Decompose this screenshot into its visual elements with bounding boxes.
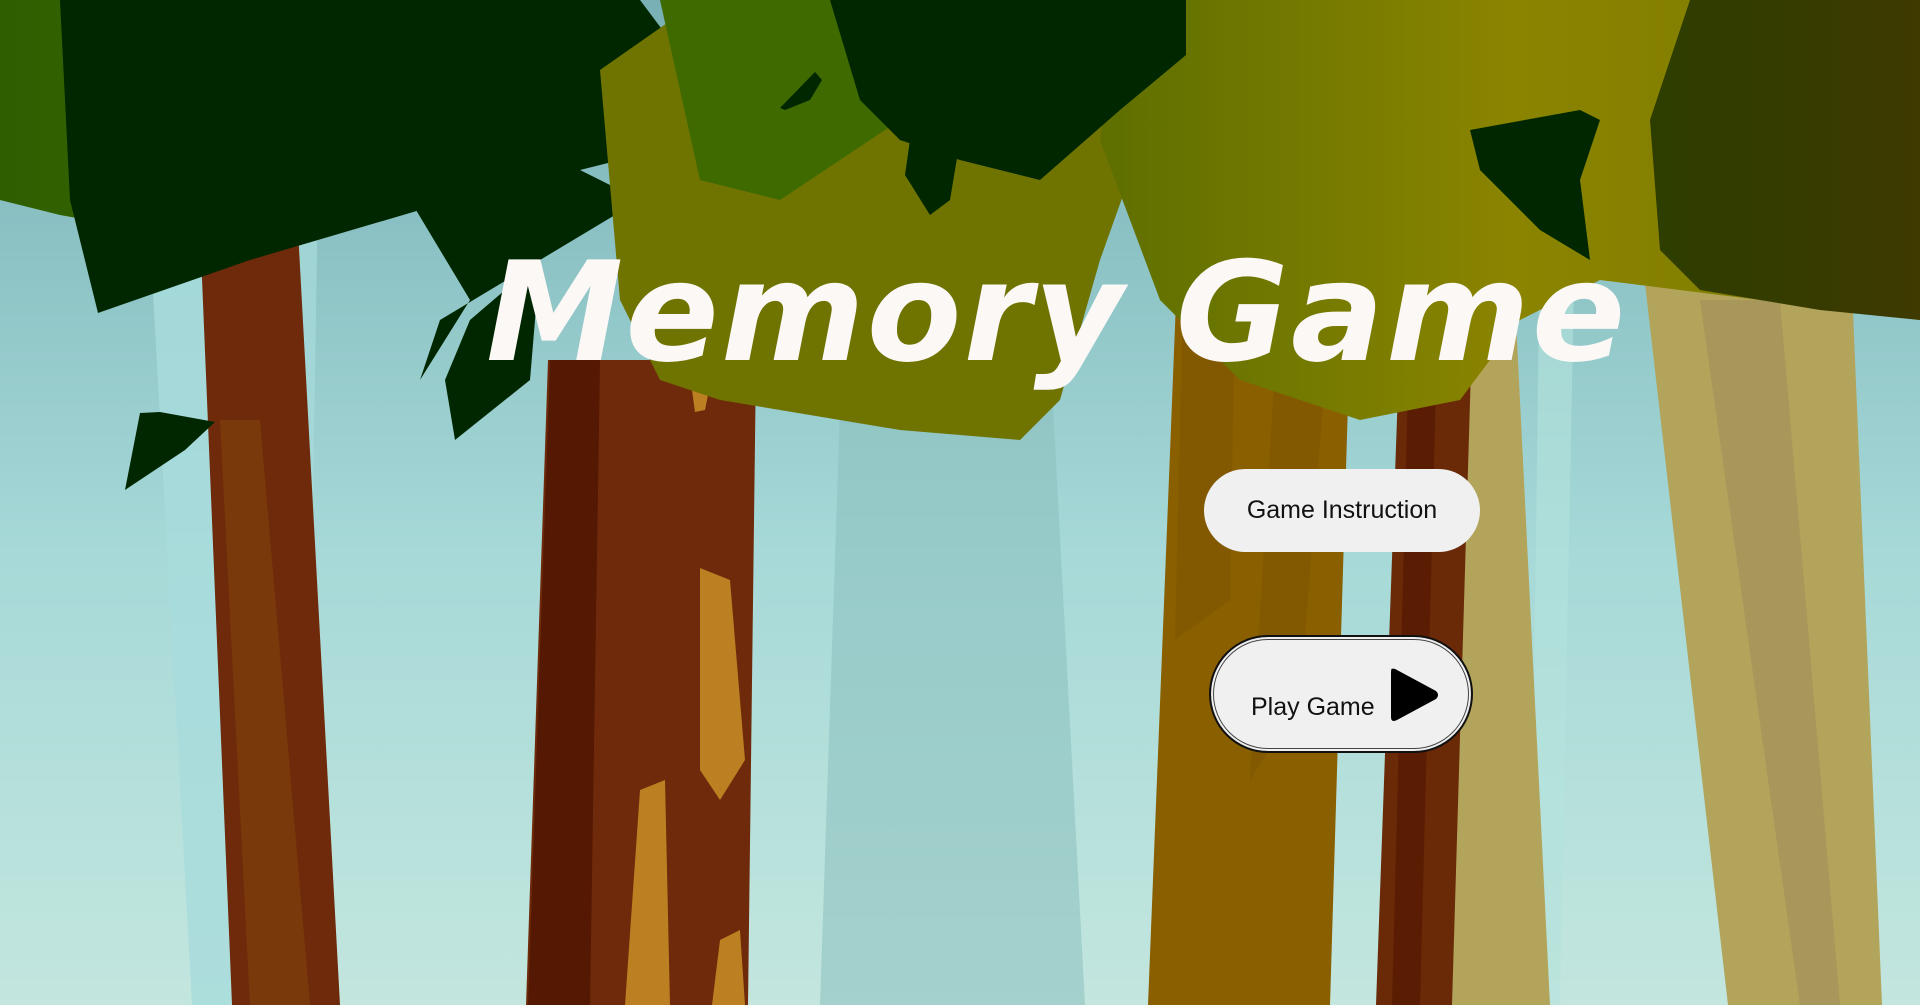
game-instruction-button[interactable]: Game Instruction xyxy=(1204,469,1480,552)
forest-background xyxy=(0,0,1920,1005)
play-game-label: Play Game xyxy=(1251,692,1375,721)
game-title: Memory Game xyxy=(486,232,1628,393)
play-triangle-icon xyxy=(1391,668,1438,721)
game-instruction-label: Game Instruction xyxy=(1246,496,1438,524)
play-game-button[interactable]: Play Game xyxy=(1209,635,1473,753)
